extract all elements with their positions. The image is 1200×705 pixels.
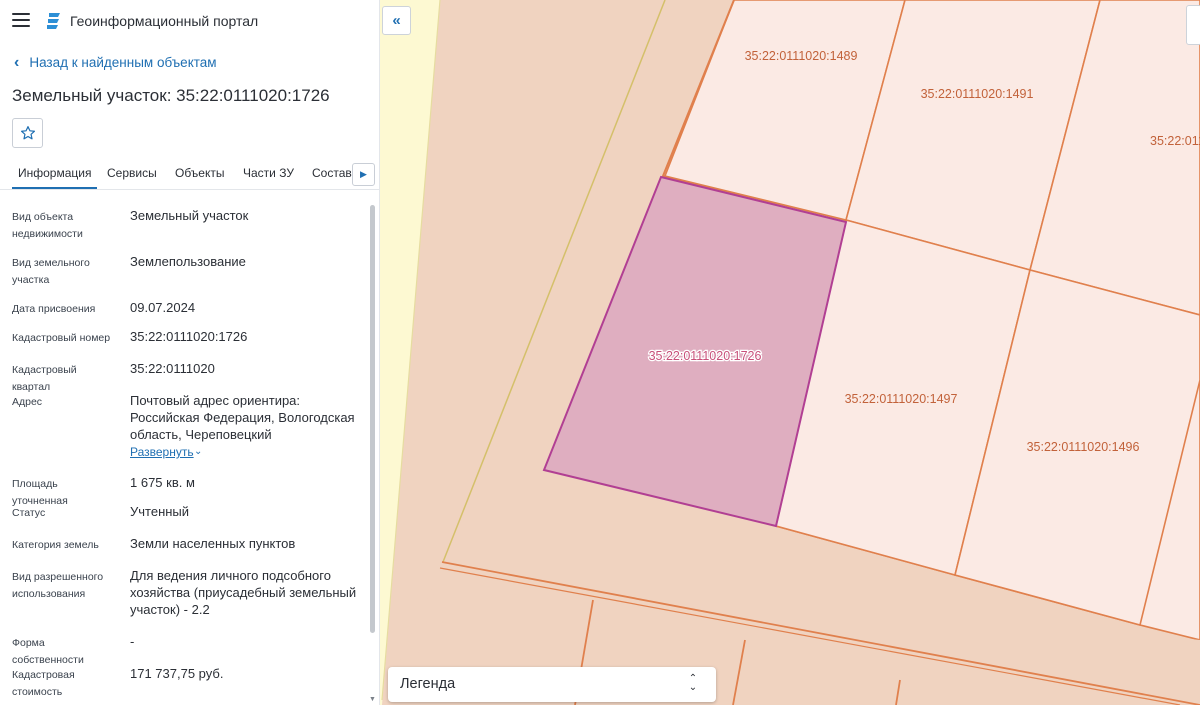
collapse-panel-button[interactable]: «	[382, 6, 411, 35]
caret-right-icon: ▶	[360, 169, 367, 179]
panel-scrollbar-thumb[interactable]	[370, 205, 375, 633]
portal-logo-icon	[47, 13, 60, 29]
property-label: Статус	[12, 507, 46, 519]
property-value: Почтовый адрес ориентира: Российская Фед…	[130, 393, 355, 442]
property-value: 171 737,75 руб.	[130, 666, 224, 681]
parcel-label-1497: 35:22:0111020:1497	[845, 392, 958, 406]
star-icon	[20, 126, 35, 140]
property-value: Земельный участок	[130, 208, 249, 223]
property-label: Кадастровая стоимость	[12, 669, 75, 698]
property-value: 09.07.2024	[130, 300, 196, 315]
map-canvas: 35:22:0111020:1489 35:22:0111020:1491 35…	[380, 0, 1200, 705]
legend-label: Легенда	[400, 676, 456, 692]
tab-information[interactable]: Информация	[11, 166, 99, 189]
property-value: 1 675 кв. м	[130, 475, 195, 490]
back-link-label: Назад к найденным объектам	[29, 55, 217, 70]
property-label: Вид объекта недвижимости	[12, 211, 83, 240]
property-value: 35:22:0111020:1726	[130, 329, 248, 344]
chevron-down-icon[interactable]: ⌄	[194, 446, 202, 457]
property-label: Вид земельного участка	[12, 257, 90, 286]
legend-dropdown[interactable]: Легенда ⌃ ⌄	[388, 667, 716, 702]
hamburger-menu-icon[interactable]	[12, 13, 30, 28]
sort-arrows-icon: ⌃ ⌄	[688, 673, 698, 693]
property-value: Для ведения личного подсобного хозяйства…	[130, 568, 357, 617]
property-value: -	[130, 634, 135, 649]
tab-composition[interactable]: Состав	[312, 166, 352, 180]
property-label: Кадастровый номер	[12, 332, 111, 344]
tab-objects[interactable]: Объекты	[175, 166, 225, 180]
expand-address-link[interactable]: Развернуть	[130, 445, 194, 459]
tabs-scroll-right-button[interactable]: ▶	[352, 163, 375, 186]
property-label: Адрес	[12, 396, 43, 408]
selected-parcel-label: 35:22:0111020:1726	[649, 349, 762, 363]
property-label: Категория земель	[12, 539, 99, 551]
chevron-left-icon: ‹	[14, 53, 20, 71]
parcel-label-1489: 35:22:0111020:1489	[745, 49, 858, 63]
double-chevron-left-icon: «	[392, 12, 401, 29]
cadastral-map[interactable]: 35:22:0111020:1489 35:22:0111020:1491 35…	[380, 0, 1200, 705]
property-label: Вид разрешенного использования	[12, 571, 104, 600]
object-tabs: Информация Сервисы Объекты Части ЗУ Сост…	[0, 160, 379, 190]
property-value: Землепользование	[130, 254, 246, 269]
favorite-button[interactable]	[12, 118, 43, 148]
top-bar: Геоинформационный портал	[0, 0, 379, 42]
property-value: Учтенный	[130, 504, 190, 519]
property-label: Кадастровый квартал	[12, 364, 77, 393]
page-title: Земельный участок: 35:22:0111020:1726	[12, 86, 330, 105]
parcel-label-1491: 35:22:0111020:1491	[921, 87, 1034, 101]
property-label: Форма собственности	[12, 637, 84, 666]
parcel-label-1496: 35:22:0111020:1496	[1027, 440, 1140, 454]
map-control-button[interactable]	[1186, 5, 1200, 45]
tab-services[interactable]: Сервисы	[107, 166, 157, 180]
info-panel: Геоинформационный портал ‹ Назад к найде…	[0, 0, 380, 705]
back-to-results-link[interactable]: ‹ Назад к найденным объектам	[14, 53, 217, 71]
property-label: Дата присвоения	[12, 303, 96, 315]
tab-parcel-parts[interactable]: Части ЗУ	[243, 166, 294, 180]
app-title: Геоинформационный портал	[70, 13, 259, 29]
property-value: 35:22:0111020	[130, 361, 215, 376]
parcel-label-east: 35:22:0111020:1	[1150, 134, 1200, 148]
property-value: Земли населенных пунктов	[130, 536, 296, 551]
scroll-down-arrow-icon[interactable]: ▼	[369, 696, 376, 703]
